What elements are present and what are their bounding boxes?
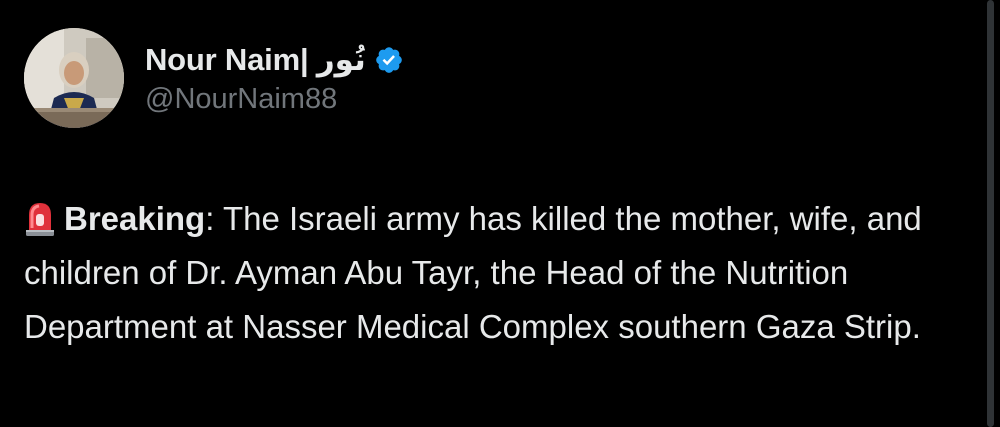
verified-badge-icon — [374, 45, 404, 75]
display-name[interactable]: Nour Naim| نُور — [145, 42, 366, 78]
scrollbar[interactable] — [987, 0, 994, 427]
breaking-label: Breaking — [64, 200, 206, 237]
tweet: Nour Naim| نُور @NourNaim88 Breaking: Th… — [0, 0, 1000, 427]
profile-photo — [24, 28, 124, 128]
police-siren-icon — [24, 200, 56, 236]
avatar[interactable] — [24, 28, 124, 128]
tweet-text: Breaking: The Israeli army has killed th… — [24, 192, 979, 354]
author-handle[interactable]: @NourNaim88 — [145, 83, 337, 116]
author-name-row[interactable]: Nour Naim| نُور — [145, 40, 404, 80]
